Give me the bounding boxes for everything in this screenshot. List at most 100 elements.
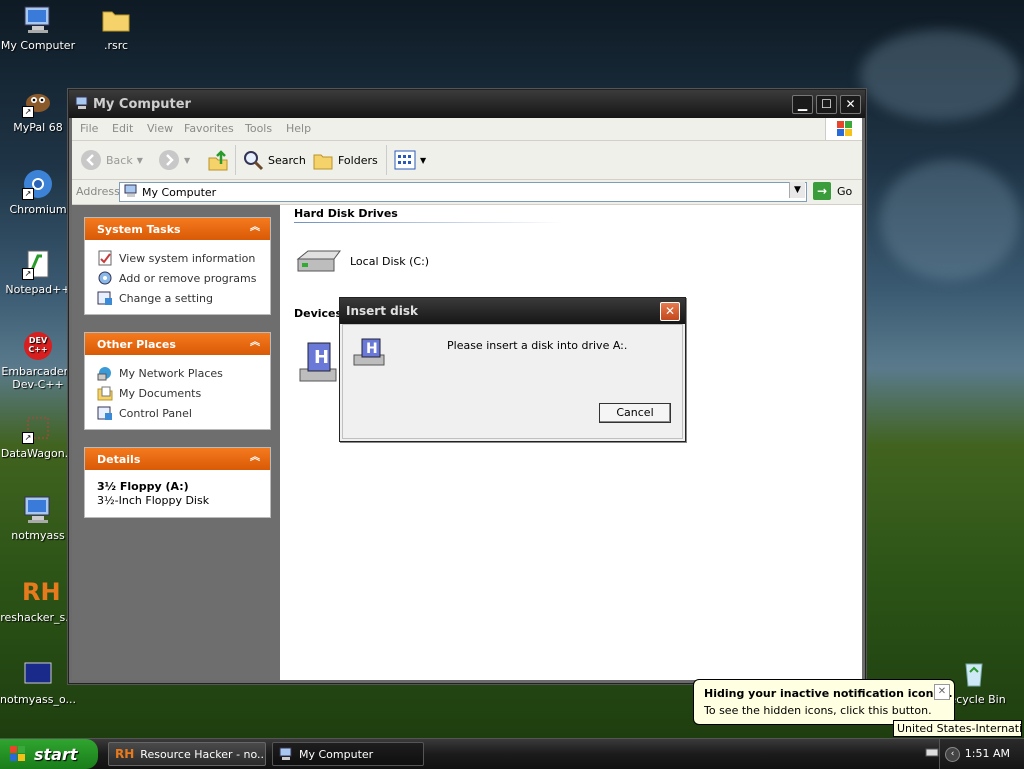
- balloon-title: Hiding your inactive notification icons.…: [704, 687, 953, 700]
- details-header[interactable]: Details ︽: [85, 448, 270, 470]
- task-view-system-info[interactable]: View system information: [97, 248, 260, 268]
- network-places-icon: [97, 367, 111, 381]
- chevron-down-icon: ▼: [184, 155, 191, 165]
- computer-icon: [75, 96, 89, 111]
- datawagon-icon: ↗: [22, 412, 54, 444]
- reshacker-icon: RH: [22, 576, 61, 608]
- windows-logo-icon: [10, 746, 25, 761]
- views-button[interactable]: ▼: [394, 148, 426, 172]
- svg-text:H: H: [314, 347, 329, 368]
- computer-icon: [124, 184, 137, 197]
- cloud: [880, 160, 1020, 280]
- taskbar-app-resource-hacker[interactable]: RH Resource Hacker - no...: [108, 742, 266, 766]
- system-tasks-header[interactable]: System Tasks ︽: [85, 218, 270, 240]
- details-name: 3½ Floppy (A:): [97, 480, 189, 493]
- details-type: 3½-Inch Floppy Disk: [97, 494, 210, 507]
- toolbar-separator: [386, 145, 387, 175]
- dialog-message: Please insert a disk into drive A:.: [447, 339, 628, 352]
- desktop-icon-notepadpp[interactable]: ↗ Notepad++: [0, 248, 76, 296]
- desktop-icon-chromium[interactable]: ↗ Chromium: [0, 168, 76, 216]
- close-button[interactable]: ✕: [840, 95, 861, 114]
- menu-edit[interactable]: Edit: [112, 122, 133, 135]
- desktop-icon-reshacker[interactable]: RH reshacker_s...: [0, 576, 76, 624]
- back-arrow-icon: [81, 150, 101, 170]
- collapse-chevron-icon[interactable]: ︽: [248, 337, 262, 351]
- chromium-icon: ↗: [22, 168, 54, 200]
- desktop-icon-datawagon[interactable]: ↗ DataWagon...: [0, 412, 76, 460]
- menu-view[interactable]: View: [147, 122, 173, 135]
- task-pane: System Tasks ︽ View system information A…: [72, 205, 280, 680]
- up-folder-icon: [208, 150, 228, 171]
- place-my-documents[interactable]: My Documents: [97, 383, 260, 403]
- svg-text:H: H: [366, 341, 378, 357]
- collapse-chevron-icon[interactable]: ︽: [248, 452, 262, 466]
- chevron-down-icon: ▼: [136, 155, 143, 165]
- details-panel: Details ︽ 3½ Floppy (A:) 3½-Inch Floppy …: [84, 447, 271, 518]
- group-divider: [294, 222, 564, 223]
- address-dropdown-button[interactable]: ▼: [789, 182, 805, 198]
- place-my-network[interactable]: My Network Places: [97, 363, 260, 383]
- devcpp-badge: DEV C++: [28, 336, 48, 354]
- shortcut-arrow-icon: ↗: [22, 268, 34, 280]
- shortcut-arrow-icon: ↗: [22, 432, 34, 444]
- other-places-header[interactable]: Other Places ︽: [85, 333, 270, 355]
- cancel-button[interactable]: Cancel: [599, 403, 671, 423]
- menu-file[interactable]: File: [80, 122, 98, 135]
- reshacker-badge: RH: [22, 578, 61, 606]
- chevron-down-icon: ▼: [420, 155, 427, 165]
- toolbar: Back ▼ ▼ Search Folders ▼: [72, 141, 862, 180]
- shortcut-arrow-icon: ↗: [22, 188, 34, 200]
- control-panel-icon: [97, 406, 112, 420]
- taskbar: start RH Resource Hacker - no... My Comp…: [0, 738, 1024, 769]
- go-arrow-icon: →: [813, 182, 831, 200]
- other-places-panel: Other Places ︽ My Network Places My Docu…: [84, 332, 271, 430]
- window-title: My Computer: [93, 97, 191, 112]
- task-add-remove-programs[interactable]: Add or remove programs: [97, 268, 260, 288]
- desktop-icon-notmyass[interactable]: notmyass: [0, 494, 76, 542]
- desktop-icon-mypal[interactable]: ↗ MyPal 68: [0, 86, 76, 134]
- minimize-button[interactable]: ▁: [792, 95, 813, 114]
- task-change-setting[interactable]: Change a setting: [97, 288, 260, 308]
- menu-help[interactable]: Help: [286, 122, 311, 135]
- reshacker-icon: RH: [115, 747, 135, 761]
- folders-button[interactable]: Folders: [312, 148, 378, 172]
- recycle-bin-icon: [958, 658, 990, 690]
- computer-icon: [279, 747, 292, 760]
- menu-favorites[interactable]: Favorites: [184, 122, 234, 135]
- collapse-chevron-icon[interactable]: ︽: [248, 222, 262, 236]
- desktop-icon-devcpp[interactable]: DEV C++ Embarcadero Dev-C++: [0, 330, 76, 391]
- dialog-close-button[interactable]: ✕: [660, 302, 680, 321]
- back-button[interactable]: Back ▼: [80, 148, 143, 172]
- shortcut-arrow-icon: ↗: [22, 106, 34, 118]
- maximize-button[interactable]: ☐: [816, 95, 837, 114]
- clock[interactable]: 1:51 AM: [965, 747, 1010, 760]
- desktop-icon-notmyass-o[interactable]: notmyass_o...: [0, 658, 76, 706]
- taskbar-app-my-computer[interactable]: My Computer: [272, 742, 424, 766]
- cloud: [860, 30, 1020, 120]
- go-button[interactable]: → Go: [813, 182, 852, 200]
- drive-local-disk-c[interactable]: Local Disk (C:): [296, 245, 429, 277]
- search-button[interactable]: Search: [242, 148, 306, 172]
- desktop-icon-my-computer[interactable]: My Computer: [0, 4, 76, 52]
- balloon-close-button[interactable]: ✕: [934, 684, 950, 700]
- notification-balloon[interactable]: Hiding your inactive notification icons.…: [693, 679, 955, 725]
- keyboard-icon[interactable]: [925, 745, 939, 759]
- forward-button[interactable]: ▼: [158, 148, 190, 172]
- show-hidden-icons-button[interactable]: ‹: [945, 747, 960, 762]
- toolbar-separator: [235, 145, 236, 175]
- menu-bar: File Edit View Favorites Tools Help: [72, 118, 862, 141]
- dialog-titlebar[interactable]: Insert disk ✕: [340, 298, 685, 324]
- address-input[interactable]: My Computer: [119, 182, 807, 202]
- insert-disk-dialog: Insert disk ✕ H Please insert a disk int…: [339, 297, 686, 442]
- place-control-panel[interactable]: Control Panel: [97, 403, 260, 423]
- devices-group-title: Devices: [294, 307, 343, 320]
- system-tray: ‹ 1:51 AM: [939, 739, 1024, 769]
- address-value: My Computer: [142, 186, 217, 199]
- start-button[interactable]: start: [0, 739, 98, 769]
- menu-tools[interactable]: Tools: [245, 122, 272, 135]
- drive-floppy-a[interactable]: H: [296, 339, 344, 387]
- desktop-icon-rsrc[interactable]: .rsrc: [78, 4, 154, 52]
- devcpp-icon: DEV C++: [22, 330, 54, 362]
- window-titlebar[interactable]: My Computer ▁ ☐ ✕: [69, 90, 865, 118]
- up-folder-button[interactable]: [206, 148, 230, 172]
